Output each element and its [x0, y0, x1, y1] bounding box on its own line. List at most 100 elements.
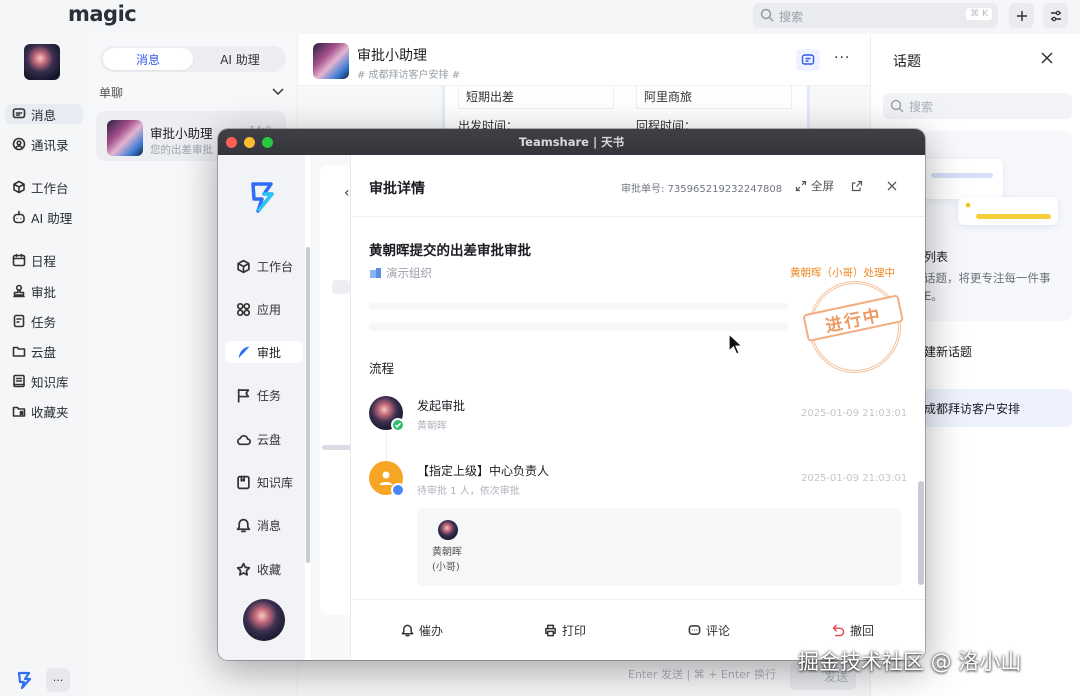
add-button[interactable]: [1009, 3, 1034, 28]
nav-label: 收藏: [257, 562, 282, 577]
window-minimize-button[interactable]: [244, 137, 255, 148]
window-nav-apps[interactable]: 应用: [236, 298, 281, 320]
nav-item-drive[interactable]: 云盘: [12, 341, 56, 361]
step-title: 发起审批: [417, 399, 466, 413]
pending-approvers-box: [417, 508, 901, 586]
nav-label: 工作台: [257, 259, 294, 274]
action-label: 撤回: [850, 624, 875, 638]
mouse-cursor-icon: [728, 332, 743, 355]
nav-item-favorites[interactable]: 收藏夹: [12, 401, 69, 421]
window-nav-favorites[interactable]: 收藏: [236, 558, 281, 580]
nav-item-calendar[interactable]: 日程: [12, 250, 56, 270]
action-bar-divider: [351, 599, 925, 600]
nav-label: 日程: [31, 253, 57, 269]
tab-messages[interactable]: 消息: [103, 48, 193, 70]
window-nav-workbench[interactable]: 工作台: [236, 255, 293, 277]
comment-icon: [688, 625, 701, 635]
window-nav-messages[interactable]: 消息: [236, 514, 281, 536]
nav-item-contacts[interactable]: 通讯录: [12, 134, 69, 154]
user-avatar[interactable]: [24, 44, 60, 80]
window-sidebar: [218, 155, 305, 660]
divider: [369, 303, 789, 309]
topic-icon: [801, 54, 815, 65]
comment-button[interactable]: 评论: [688, 622, 730, 639]
empty-state-desc: E。: [924, 289, 943, 303]
pending-approver-name: 黄朝晖: [432, 547, 462, 558]
pending-approver-nickname: (小哥): [432, 562, 460, 573]
settings-button[interactable]: [1043, 3, 1068, 28]
open-external-icon[interactable]: [851, 180, 863, 192]
approval-title: 黄朝晖提交的出差审批审批: [369, 243, 531, 259]
bell-chat-icon: [236, 518, 251, 532]
trip-type-field: 短期出差: [458, 86, 614, 109]
teamshare-logo-icon[interactable]: [16, 670, 34, 690]
nav-label: 收藏夹: [31, 404, 69, 420]
nav-item-tasks[interactable]: 任务: [12, 311, 56, 331]
printer-icon: [545, 624, 556, 637]
chevron-down-icon[interactable]: [271, 87, 285, 97]
dialog-scrollbar[interactable]: [918, 481, 924, 585]
search-icon: [890, 99, 904, 113]
window-title-bar: Teamshare | 天书: [218, 129, 925, 155]
fullscreen-button[interactable]: 全屏: [795, 178, 834, 194]
status-stamp: 进行中: [800, 272, 910, 382]
window-nav-knowledge[interactable]: 知识库: [236, 471, 293, 493]
topic-search-input[interactable]: 搜索: [883, 93, 1072, 119]
bell-icon: [401, 624, 414, 637]
window-nav-tasks[interactable]: 任务: [236, 384, 281, 406]
star-icon: [236, 562, 251, 576]
window-user-avatar[interactable]: [243, 599, 285, 641]
conversation-name: 审批小助理: [150, 126, 213, 141]
step-person: 待审批 1 人，依次审批: [417, 486, 520, 497]
illustration-card: ★: [958, 197, 1058, 225]
approval-status: 黄朝晖（小哥）处理中: [790, 267, 895, 279]
nav-label: 消息: [257, 518, 282, 533]
stamp-text: 进行中: [802, 294, 904, 343]
window-nav-drive[interactable]: 云盘: [236, 428, 281, 450]
step-title: 【指定上级】中心负责人: [417, 464, 550, 478]
chat-avatar: [313, 43, 349, 79]
nav-item-messages[interactable]: 消息: [5, 104, 83, 124]
expand-icon: [795, 180, 807, 192]
window-title: Teamshare | 天书: [518, 135, 625, 149]
print-button[interactable]: 打印: [544, 622, 586, 639]
window-nav-approval[interactable]: 审批: [225, 341, 303, 363]
book-icon: [13, 374, 25, 388]
apps-icon: [236, 302, 251, 316]
approval-list-column: ‹: [310, 155, 360, 660]
contacts-icon: [12, 137, 26, 151]
more-options-icon[interactable]: ···: [834, 50, 850, 66]
step-person: 黄朝晖: [417, 421, 447, 432]
nav-item-ai-assistant[interactable]: AI 助理: [12, 207, 72, 227]
group-label: 单聊: [99, 86, 124, 100]
nav-label: 知识库: [257, 475, 294, 490]
window-close-button[interactable]: [226, 137, 237, 148]
search-placeholder: 搜索: [909, 100, 934, 114]
action-label: 打印: [562, 624, 587, 638]
teamshare-logo-icon: [251, 182, 274, 213]
watermark: 掘金技术社区 @ 洛小山: [798, 650, 1022, 674]
global-search-input[interactable]: 搜索 ⌘ K: [753, 3, 998, 28]
nav-item-knowledge[interactable]: 知识库: [12, 371, 69, 391]
empty-state-desc: 话题，将更专注每一件事: [924, 271, 1051, 285]
nav-item-approval[interactable]: 审批: [12, 281, 56, 301]
close-icon[interactable]: [1040, 51, 1054, 65]
teamshare-window: Teamshare | 天书 工作台 应用 审批 任务 云盘 知识库 消息 收藏: [218, 129, 925, 660]
divider: [369, 323, 789, 331]
tab-ai-assistant[interactable]: AI 助理: [195, 48, 285, 70]
new-topic-button[interactable]: 建新话题: [924, 343, 972, 360]
revoke-button[interactable]: 撤回: [832, 622, 874, 639]
back-chevron-icon[interactable]: ‹: [344, 185, 350, 201]
feather-icon: [238, 346, 250, 358]
window-maximize-button[interactable]: [262, 137, 273, 148]
more-apps-button[interactable]: ···: [46, 668, 70, 692]
nav-item-workbench[interactable]: 工作台: [12, 177, 69, 197]
topic-toggle-button[interactable]: [796, 49, 820, 71]
sliders-icon: [1050, 10, 1061, 21]
nav-label: AI 助理: [31, 210, 73, 226]
urge-button[interactable]: 催办: [401, 622, 443, 639]
chat-subtitle: # 成都拜访客户安排 #: [357, 70, 461, 81]
close-icon[interactable]: [887, 181, 897, 191]
nav-label: 任务: [31, 314, 57, 330]
check-icon: [391, 418, 405, 432]
